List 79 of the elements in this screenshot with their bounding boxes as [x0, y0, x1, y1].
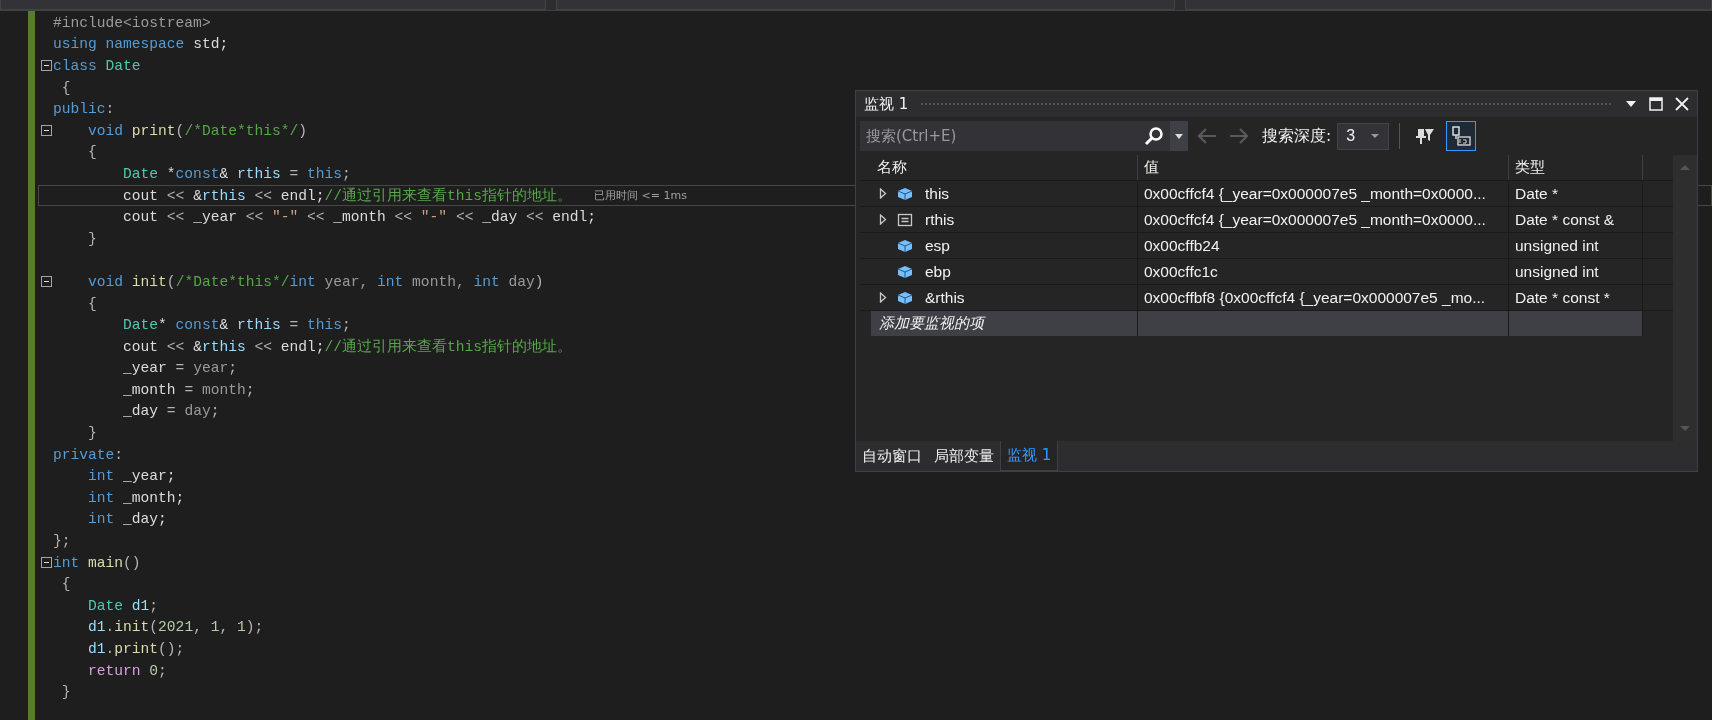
- code-line: {: [60, 79, 71, 96]
- variable-type: Date * const *: [1509, 285, 1643, 310]
- variable-name: this: [925, 184, 950, 203]
- expand-icon[interactable]: [879, 214, 887, 225]
- variable-name: ebp: [925, 262, 951, 281]
- cube-icon: [897, 238, 913, 253]
- panel-tab[interactable]: 自动窗口: [856, 441, 928, 471]
- code-line: _month = month;: [122, 381, 255, 398]
- maximize-icon[interactable]: [1649, 97, 1663, 111]
- code-line: private:: [53, 446, 124, 463]
- variable-value: 0x00cffc1c: [1138, 259, 1509, 284]
- caret-icon[interactable]: [1170, 121, 1188, 151]
- collapse-icon[interactable]: [40, 276, 52, 288]
- code-line: {: [87, 144, 97, 161]
- dropdown-icon[interactable]: [1625, 100, 1637, 108]
- code-line: Date d1;: [87, 597, 159, 614]
- add-watch-item[interactable]: 添加要监视的项: [871, 311, 1138, 336]
- collapse-icon[interactable]: [40, 60, 52, 72]
- cube-icon: [897, 264, 913, 279]
- tab-view-icon: [1450, 125, 1473, 147]
- list-box-icon: [897, 212, 913, 227]
- code-line: cout << &rthis << endl;//通过引用来查看this指针的地址。: [122, 186, 573, 206]
- variable-type: Date * const &: [1509, 207, 1643, 232]
- code-line: public:: [53, 101, 115, 118]
- panel-tab[interactable]: 监视 1: [1000, 441, 1059, 471]
- variable-value: 0x00cffbf8 {0x00cffcf4 {_year=0x000007e5 _mo...: [1138, 285, 1509, 310]
- cube-icon: [897, 186, 913, 201]
- code-line: return 0;: [87, 662, 167, 679]
- code-line: Date *const& rthis = this;: [122, 165, 351, 182]
- variable-type: unsigned int: [1509, 233, 1643, 258]
- code-line: #include<iostream>: [53, 14, 211, 31]
- variable-value: 0x00cffb24: [1138, 233, 1509, 258]
- cube-icon: [897, 290, 913, 305]
- code-line: {: [87, 295, 97, 312]
- window-title: 监视 1: [864, 94, 909, 114]
- code-line: _year = year;: [122, 360, 237, 377]
- code-line: }: [60, 684, 71, 701]
- variable-value: 0x00cffcf4 {_year=0x000007e5 _month=0x0000...: [1138, 207, 1509, 232]
- expand-icon[interactable]: [879, 188, 887, 199]
- search-icon[interactable]: [1142, 121, 1170, 151]
- variable-name: esp: [925, 236, 950, 255]
- collapse-icon[interactable]: [40, 125, 52, 137]
- code-line: int main(): [53, 554, 141, 571]
- variable-value: 0x00cffcf4 {_year=0x000007e5 _month=0x0000...: [1138, 181, 1509, 206]
- code-line: cout << _year << "-" << _month << "-" << _day << endl;: [122, 209, 596, 226]
- code-line: int _month;: [87, 489, 185, 506]
- variable-name: rthis: [925, 210, 955, 229]
- code-line: class Date: [53, 58, 141, 74]
- code-line: };: [53, 533, 71, 550]
- search-field[interactable]: 搜索(Ctrl+E): [860, 121, 1142, 151]
- code-line: int _day;: [87, 511, 167, 528]
- search-depth-label: 搜索深度:: [1262, 125, 1332, 147]
- pin-filter-icon: [1415, 126, 1436, 146]
- column-header[interactable]: 类型: [1509, 155, 1643, 180]
- caret-icon[interactable]: [1370, 133, 1381, 139]
- code-line: cout << &rthis << endl;//通过引用来查看this指针的地址。: [122, 337, 573, 357]
- panel-tab[interactable]: 局部变量: [928, 441, 1000, 471]
- expand-icon[interactable]: [879, 292, 887, 303]
- code-line: _day = day;: [122, 403, 220, 420]
- close-icon[interactable]: [1675, 97, 1689, 111]
- code-line: }: [87, 425, 97, 442]
- column-header[interactable]: 值: [1138, 155, 1509, 180]
- code-line: Date* const& rthis = this;: [122, 317, 351, 334]
- tab-view-button[interactable]: [1446, 121, 1477, 151]
- column-header[interactable]: 名称: [871, 155, 1138, 180]
- search-depth-dropdown[interactable]: 3: [1337, 122, 1390, 150]
- elapsed-time-hint: 已用时间 <= 1ms: [594, 188, 687, 204]
- code-line: d1.init(2021, 1, 1);: [87, 619, 264, 636]
- collapse-icon[interactable]: [40, 557, 52, 569]
- code-line: void print(/*Date*this*/): [87, 122, 307, 139]
- code-line: d1.print();: [87, 641, 185, 657]
- variable-name: &rthis: [925, 288, 965, 307]
- variable-type: Date *: [1509, 181, 1643, 206]
- code-line: }: [87, 230, 97, 247]
- variable-type: unsigned int: [1509, 259, 1643, 284]
- code-line: using namespace std;: [53, 36, 229, 53]
- code-line: int _year;: [87, 468, 176, 485]
- code-line: {: [60, 576, 71, 593]
- code-line: void init(/*Date*this*/int year, int month, int day): [87, 273, 544, 290]
